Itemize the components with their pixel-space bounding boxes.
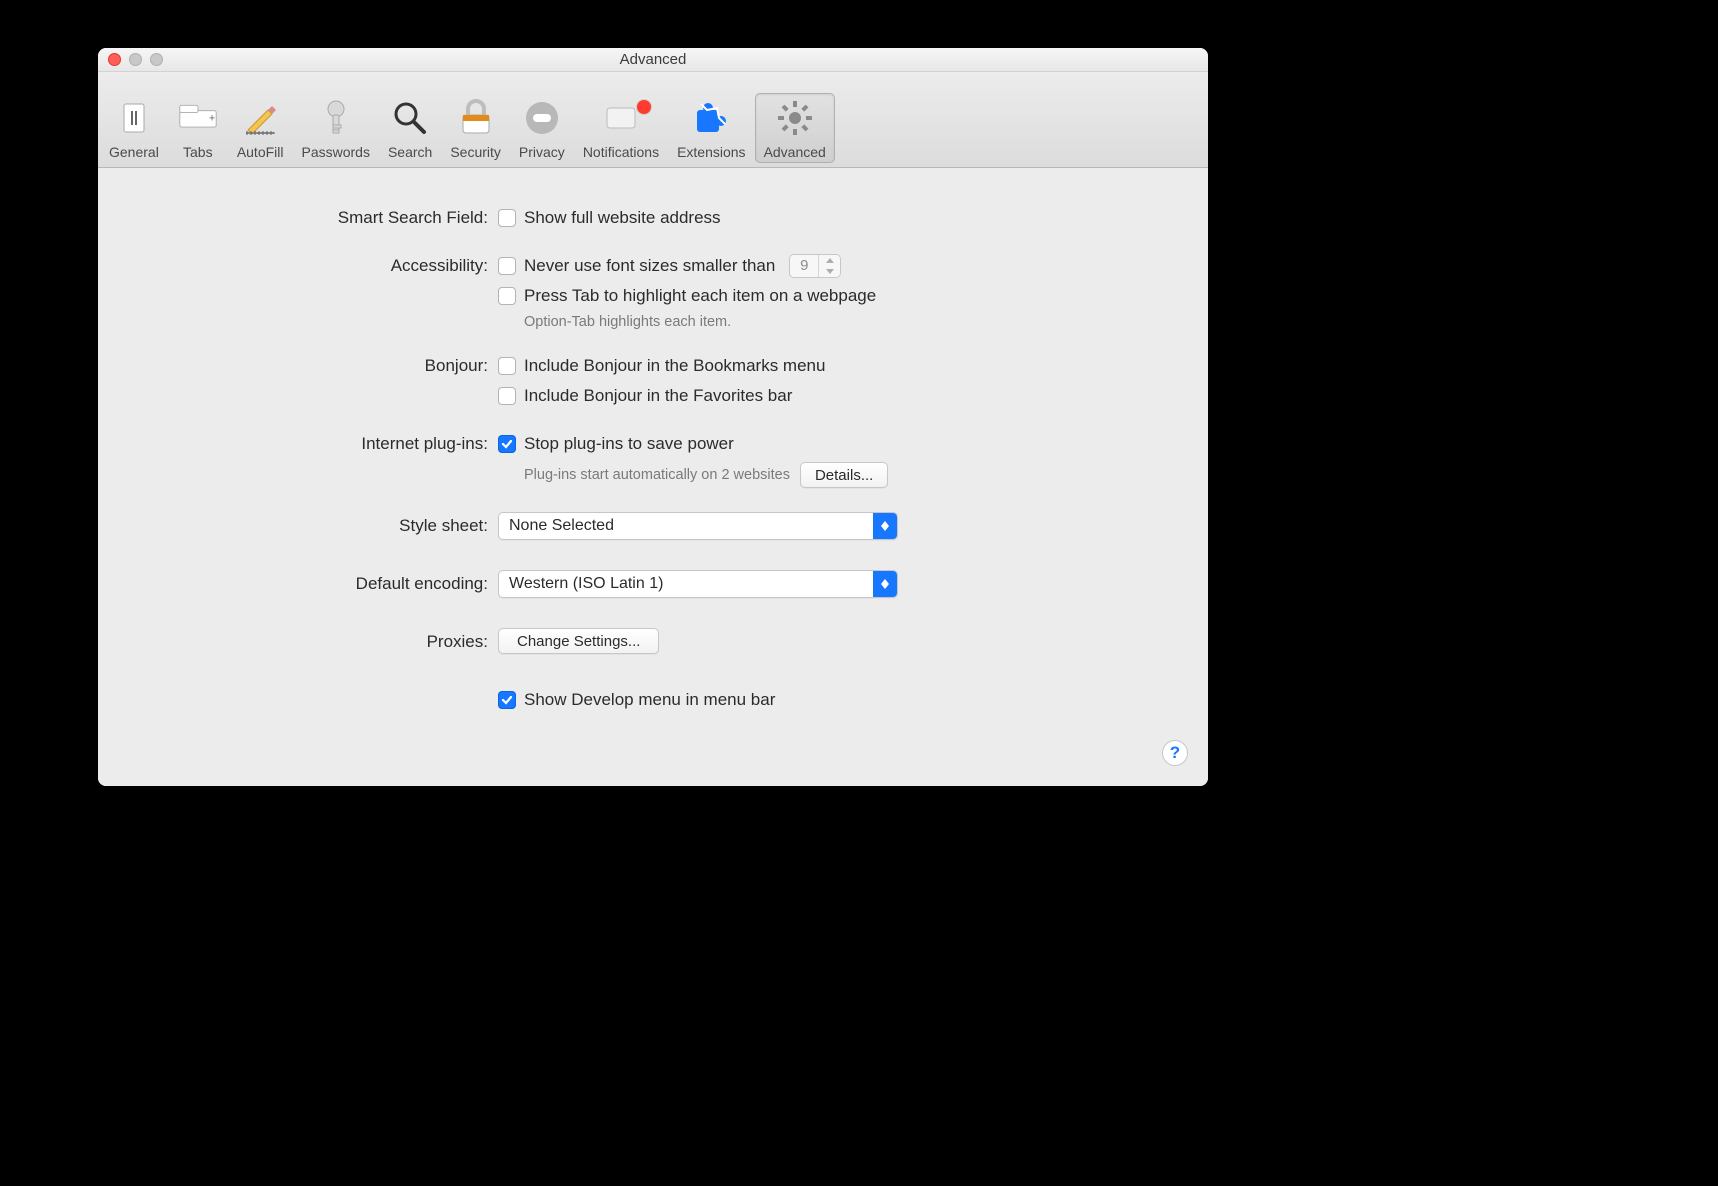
advanced-icon xyxy=(775,98,815,138)
privacy-icon xyxy=(522,98,562,138)
titlebar: Advanced xyxy=(98,48,1208,72)
window-controls xyxy=(108,53,163,66)
tab-general[interactable]: General xyxy=(100,93,168,163)
close-window-button[interactable] xyxy=(108,53,121,66)
tab-tabs[interactable]: + Tabs xyxy=(168,93,228,163)
stylesheet-label: Style sheet: xyxy=(98,512,498,536)
passwords-icon xyxy=(316,98,356,138)
develop-menu-label: Show Develop menu in menu bar xyxy=(524,690,775,710)
encoding-label: Default encoding: xyxy=(98,570,498,594)
preferences-toolbar: General + Tabs AutoFill Passwords Search xyxy=(98,72,1208,168)
tab-extensions[interactable]: Extensions xyxy=(668,93,754,163)
stylesheet-value: None Selected xyxy=(509,517,614,535)
autofill-icon xyxy=(240,98,280,138)
tab-label: Security xyxy=(450,144,501,160)
extensions-icon xyxy=(691,98,731,138)
tab-notifications[interactable]: Notifications xyxy=(574,93,668,163)
bonjour-favorites-label: Include Bonjour in the Favorites bar xyxy=(524,386,792,406)
help-button[interactable]: ? xyxy=(1162,740,1188,766)
help-icon: ? xyxy=(1170,743,1180,763)
tab-label: Tabs xyxy=(183,144,213,160)
window-title: Advanced xyxy=(620,51,687,68)
tab-advanced[interactable]: Advanced xyxy=(755,93,835,163)
show-full-address-checkbox[interactable] xyxy=(498,209,516,227)
stylesheet-select[interactable]: None Selected xyxy=(498,512,898,540)
tab-passwords[interactable]: Passwords xyxy=(293,93,379,163)
bonjour-label: Bonjour: xyxy=(98,354,498,376)
accessibility-label: Accessibility: xyxy=(98,254,498,276)
never-font-smaller-checkbox[interactable] xyxy=(498,257,516,275)
press-tab-hint: Option-Tab highlights each item. xyxy=(524,314,1208,330)
bonjour-bookmarks-checkbox[interactable] xyxy=(498,357,516,375)
content-area: Smart Search Field: Show full website ad… xyxy=(98,168,1208,786)
tab-label: General xyxy=(109,144,159,160)
tab-autofill[interactable]: AutoFill xyxy=(228,93,293,163)
show-full-address-label: Show full website address xyxy=(524,208,721,228)
notification-badge-icon xyxy=(637,100,651,114)
search-icon xyxy=(390,98,430,138)
tab-privacy[interactable]: Privacy xyxy=(510,93,574,163)
bonjour-bookmarks-label: Include Bonjour in the Bookmarks menu xyxy=(524,356,825,376)
never-font-smaller-label: Never use font sizes smaller than xyxy=(524,256,775,276)
encoding-value: Western (ISO Latin 1) xyxy=(509,575,663,593)
notifications-icon xyxy=(601,98,641,138)
tab-label: AutoFill xyxy=(237,144,284,160)
tab-label: Passwords xyxy=(302,144,370,160)
font-size-value: 9 xyxy=(790,255,818,277)
minimize-window-button[interactable] xyxy=(129,53,142,66)
encoding-select[interactable]: Western (ISO Latin 1) xyxy=(498,570,898,598)
tab-label: Privacy xyxy=(519,144,565,160)
press-tab-label: Press Tab to highlight each item on a we… xyxy=(524,286,876,306)
tab-label: Search xyxy=(388,144,432,160)
smart-search-label: Smart Search Field: xyxy=(98,206,498,228)
select-handle-icon xyxy=(873,513,897,539)
zoom-window-button[interactable] xyxy=(150,53,163,66)
general-icon xyxy=(114,98,154,138)
security-icon xyxy=(456,98,496,138)
develop-menu-checkbox[interactable] xyxy=(498,691,516,709)
press-tab-checkbox[interactable] xyxy=(498,287,516,305)
change-proxy-settings-button[interactable]: Change Settings... xyxy=(498,628,659,654)
tab-label: Notifications xyxy=(583,144,659,160)
tab-security[interactable]: Security xyxy=(441,93,510,163)
font-size-stepper[interactable]: 9 xyxy=(789,254,841,278)
bonjour-favorites-checkbox[interactable] xyxy=(498,387,516,405)
stepper-up-icon xyxy=(819,255,840,266)
tabs-icon: + xyxy=(178,98,218,138)
stop-plugins-checkbox[interactable] xyxy=(498,435,516,453)
tab-label: Advanced xyxy=(764,144,826,160)
stop-plugins-label: Stop plug-ins to save power xyxy=(524,434,734,454)
svg-text:+: + xyxy=(209,113,215,125)
plugins-label: Internet plug-ins: xyxy=(98,432,498,454)
proxies-label: Proxies: xyxy=(98,628,498,652)
plugin-details-button[interactable]: Details... xyxy=(800,462,888,488)
tab-search[interactable]: Search xyxy=(379,93,441,163)
select-handle-icon xyxy=(873,571,897,597)
preferences-window: Advanced General + Tabs AutoFill Passwor xyxy=(98,48,1208,786)
plugins-hint: Plug-ins start automatically on 2 websit… xyxy=(524,467,790,483)
tab-label: Extensions xyxy=(677,144,745,160)
stepper-down-icon xyxy=(819,266,840,277)
